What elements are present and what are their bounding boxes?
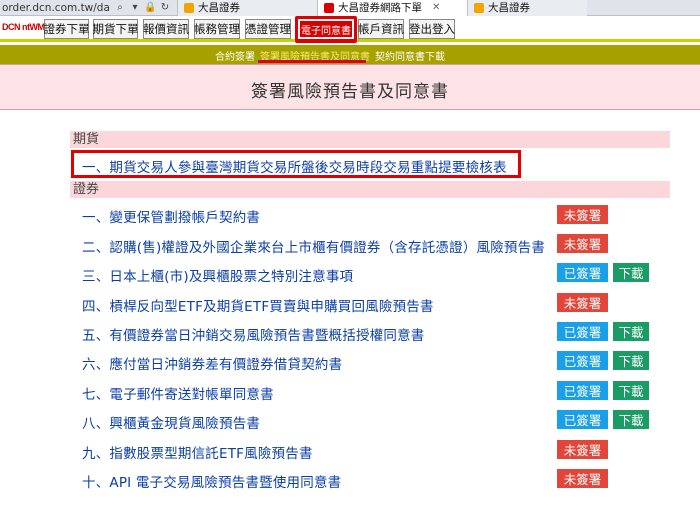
nav-stock-order[interactable]: 證券下單 <box>44 19 90 39</box>
tab-favicon-icon <box>184 2 194 13</box>
page-banner: 簽署風險預告書及同意書 <box>0 64 700 110</box>
highlight-box-nav <box>295 16 357 43</box>
signed-badge-8[interactable]: 已簽署 <box>557 410 608 429</box>
browser-tab-1[interactable]: 大昌證券 <box>177 0 317 16</box>
download-button-6[interactable]: 下載 <box>613 351 649 370</box>
search-icon[interactable]: ⌕ <box>114 2 126 14</box>
browser-actions: ⌕ ▾ 🔒 ↻ <box>114 2 171 14</box>
subnav-contract-signing[interactable]: 合約簽署 <box>215 48 255 63</box>
browser-chrome: order.dcn.com.tw/dachang ⌕ ▾ 🔒 ↻ 大昌證券 大昌… <box>0 0 700 16</box>
securities-item-7-link[interactable]: 七、電子郵件寄送對帳單同意書 <box>82 383 274 403</box>
unsigned-badge-4[interactable]: 未簽署 <box>557 293 608 312</box>
securities-item-5-link[interactable]: 五、有價證券當日沖銷交易風險預告書暨概括授權同意書 <box>82 324 425 344</box>
refresh-icon[interactable]: ↻ <box>159 2 171 14</box>
section-header-futures: 期貨 <box>70 131 670 148</box>
securities-item-2-link[interactable]: 二、認購(售)權證及外國企業來台上市櫃有價證券（含存託憑證）風險預告書 <box>82 236 545 256</box>
nav-accounting[interactable]: 帳務管理 <box>194 19 240 39</box>
securities-item-10-link[interactable]: 十、API 電子交易風險預告書暨使用同意書 <box>82 471 341 491</box>
nav-logout[interactable]: 登出登入 <box>409 19 455 39</box>
nav-certificate[interactable]: 憑證管理 <box>245 19 291 39</box>
signed-badge-3[interactable]: 已簽署 <box>557 263 608 282</box>
unsigned-badge-10[interactable]: 未簽署 <box>557 469 608 488</box>
lock-icon[interactable]: 🔒 <box>144 2 156 14</box>
tab-favicon-icon <box>324 2 334 13</box>
browser-tab-2[interactable]: 大昌證券網路下單 ✕ <box>317 0 467 16</box>
browser-tab-3[interactable]: 大昌證券 <box>467 0 587 16</box>
download-button-7[interactable]: 下載 <box>613 381 649 400</box>
signed-badge-7[interactable]: 已簽署 <box>557 381 608 400</box>
securities-item-6-link[interactable]: 六、應付當日沖銷券差有價證券借貸契約書 <box>82 353 342 373</box>
highlight-box-futures-item <box>71 150 521 178</box>
signed-badge-5[interactable]: 已簽署 <box>557 322 608 341</box>
tab-favicon-icon <box>474 2 484 13</box>
securities-item-8-link[interactable]: 八、興櫃黃金現貨風險預告書 <box>82 412 260 432</box>
nav-account-info[interactable]: 帳戶資訊 <box>358 19 404 39</box>
subnav-contract-download[interactable]: 契約同意書下載 <box>375 48 445 63</box>
close-tab-icon[interactable]: ✕ <box>432 2 440 13</box>
unsigned-badge-1[interactable]: 未簽署 <box>557 205 608 224</box>
download-button-8[interactable]: 下載 <box>613 410 649 429</box>
download-button-3[interactable]: 下載 <box>613 263 649 282</box>
securities-item-9-link[interactable]: 九、指數股票型期信託ETF風險預告書 <box>82 442 313 462</box>
address-bar[interactable]: order.dcn.com.tw/dachang <box>0 2 110 14</box>
nav-futures-order[interactable]: 期貨下單 <box>93 19 139 39</box>
section-header-securities: 證券 <box>70 181 670 198</box>
highlight-underline-subnav <box>258 60 366 63</box>
nav-quotes[interactable]: 報價資訊 <box>143 19 189 39</box>
securities-item-1-link[interactable]: 一、變更保管劃撥帳戶契約書 <box>82 206 260 226</box>
download-button-5[interactable]: 下載 <box>613 322 649 341</box>
securities-item-4-link[interactable]: 四、槓桿反向型ETF及期貨ETF買賣與申購買回風險預告書 <box>82 295 434 315</box>
securities-item-3-link[interactable]: 三、日本上櫃(市)及興櫃股票之特別注意事項 <box>82 265 353 285</box>
unsigned-badge-2[interactable]: 未簽署 <box>557 234 608 253</box>
page-title: 簽署風險預告書及同意書 <box>251 82 449 102</box>
unsigned-badge-9[interactable]: 未簽署 <box>557 440 608 459</box>
dropdown-icon[interactable]: ▾ <box>129 2 141 14</box>
signed-badge-6[interactable]: 已簽署 <box>557 351 608 370</box>
